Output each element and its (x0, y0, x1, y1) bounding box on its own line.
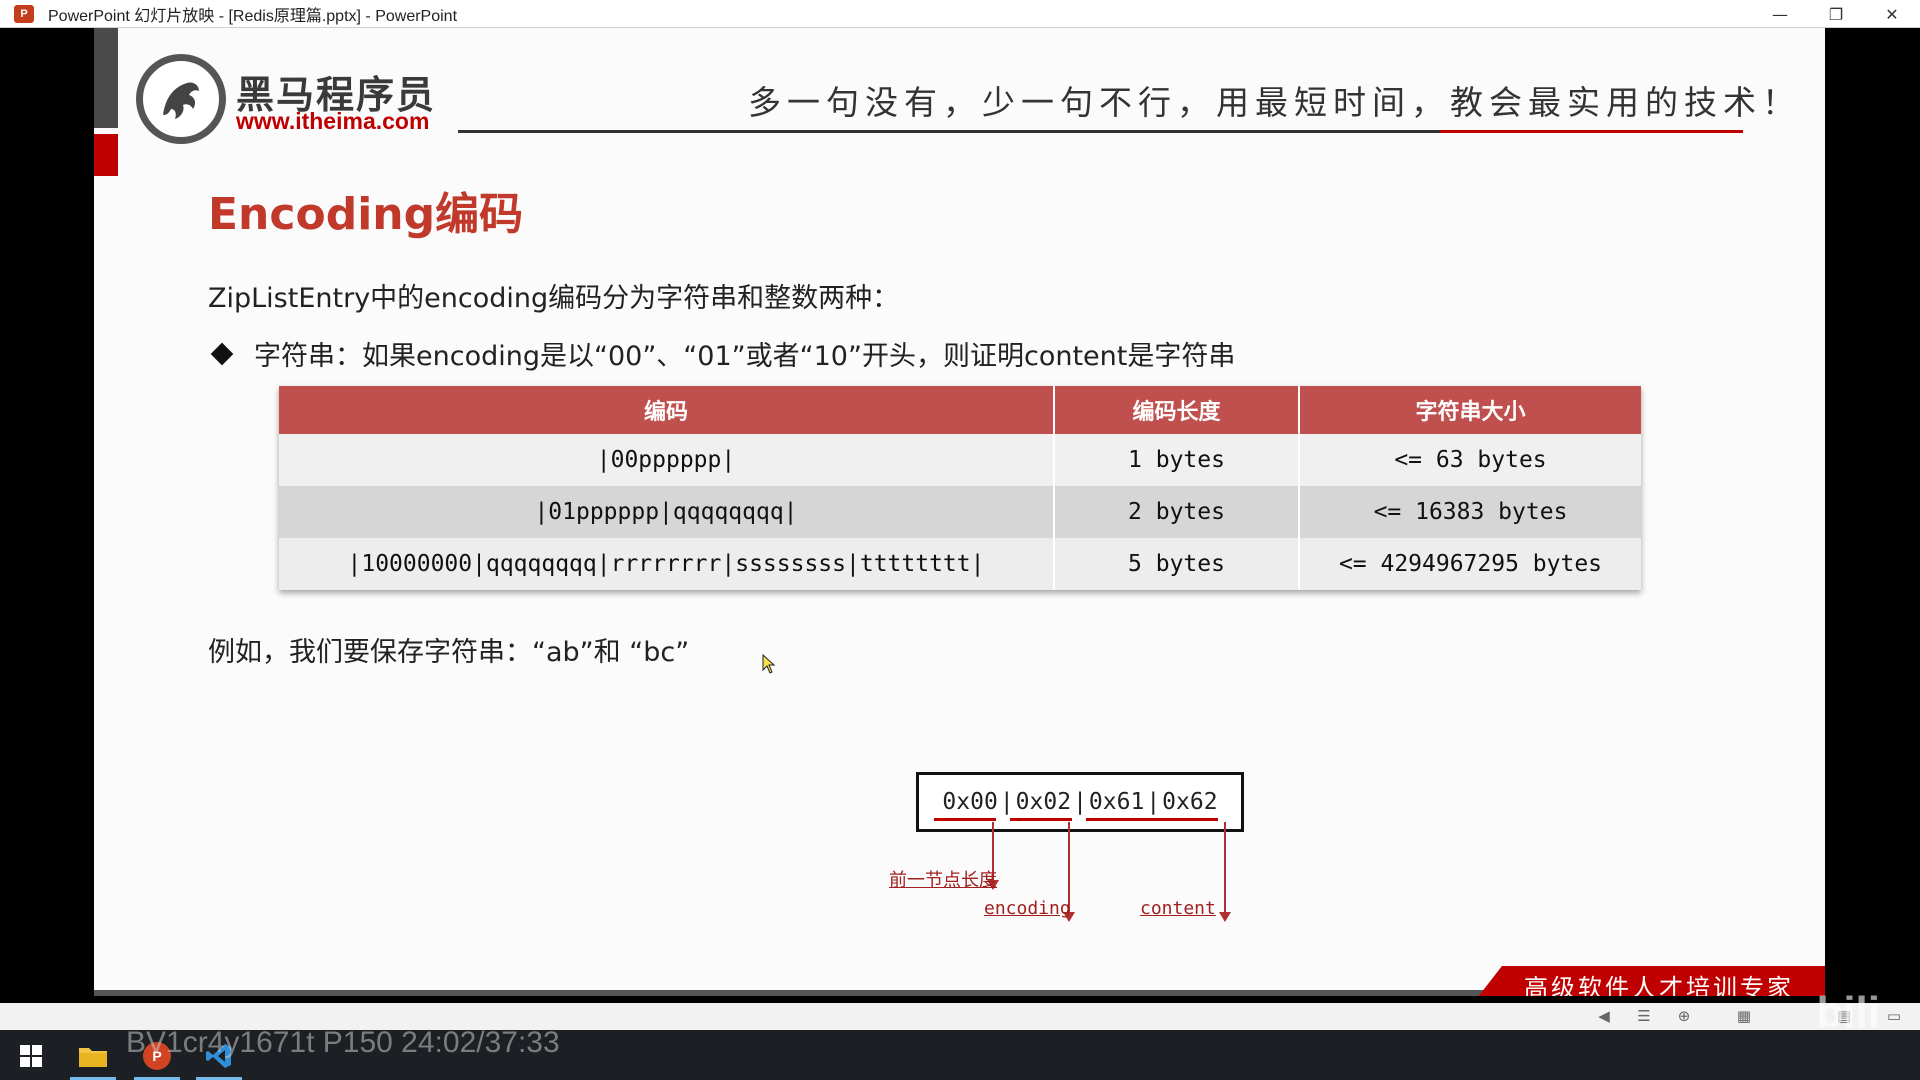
table-cell: |00pppppp| (279, 434, 1055, 486)
notes-icon[interactable]: ☰ (1634, 1007, 1654, 1025)
example-text: 例如，我们要保存字符串：“ab”和 “bc” (208, 637, 690, 668)
table-row: |01pppppp|qqqqqqqq| 2 bytes <= 16383 byt… (279, 486, 1641, 538)
table-row: |10000000|qqqqqqqq|rrrrrrrr|ssssssss|ttt… (279, 538, 1641, 590)
header-divider-accent (1440, 130, 1743, 133)
table-cell: <= 63 bytes (1299, 434, 1641, 486)
slide-title: Encoding编码 (208, 189, 524, 240)
logo-url: www.itheima.com (236, 108, 430, 134)
bilibili-logo: bili (1816, 988, 1880, 1037)
table-header: 字符串大小 (1299, 386, 1641, 434)
table-cell: 2 bytes (1054, 486, 1300, 538)
encoding-table: 编码 编码长度 字符串大小 |00pppppp| 1 bytes <= 63 b… (279, 386, 1641, 590)
byte-separator: | (1146, 789, 1161, 815)
start-button[interactable] (4, 1036, 58, 1076)
bullet-item: 字符串：如果encoding是以“00”、“01”或者“10”开头，则证明con… (208, 334, 1235, 373)
minimize-button[interactable]: — (1752, 0, 1808, 28)
annotation-content: content (1140, 898, 1216, 919)
annotation-prev-length: 前一节点长度 (889, 870, 997, 891)
byte-separator: | (1073, 789, 1087, 815)
byte-underline (1086, 818, 1218, 821)
folder-icon (79, 1048, 107, 1067)
byte-underline (1010, 818, 1072, 821)
left-accent-bar (94, 28, 118, 128)
table-header: 编码 (279, 386, 1055, 434)
table-cell: <= 16383 bytes (1299, 486, 1641, 538)
table-cell: <= 4294967295 bytes (1299, 538, 1641, 590)
table-cell: |10000000|qqqqqqqq|rrrrrrrr|ssssssss|ttt… (279, 538, 1055, 590)
slogan: 多一句没有，少一句不行，用最短时间，教会最实用的技术！ (748, 83, 1801, 122)
file-explorer-button[interactable] (66, 1036, 120, 1080)
byte-value: 0x00 (942, 789, 998, 815)
windows-icon (20, 1045, 42, 1067)
annotation-encoding: encoding (984, 898, 1071, 919)
byte-sequence-box: 0x00 | 0x02 | 0x61 | 0x62 (916, 772, 1244, 832)
table-cell: 5 bytes (1054, 538, 1300, 590)
window-titlebar: P PowerPoint 幻灯片放映 - [Redis原理篇.pptx] - P… (0, 0, 1920, 28)
byte-value: 0x02 (1015, 789, 1072, 815)
powerpoint-icon: P (14, 4, 34, 23)
bullet-text: 字符串：如果encoding是以“00”、“01”或者“10”开头，则证明con… (254, 341, 1236, 372)
arrow-line (1224, 822, 1226, 916)
grid-view-icon[interactable]: ▦ (1734, 1007, 1754, 1025)
presentation-view-icon[interactable]: ▭ (1884, 1007, 1904, 1025)
table-row: |00pppppp| 1 bytes <= 63 bytes (279, 434, 1641, 486)
slide: 黑马程序员 www.itheima.com 多一句没有，少一句不行，用最短时间，… (94, 28, 1825, 996)
previous-slide-icon[interactable]: ◀ (1594, 1007, 1614, 1025)
table-cell: 1 bytes (1054, 434, 1300, 486)
zoom-icon[interactable]: ⊕ (1674, 1007, 1694, 1025)
table-header: 编码长度 (1054, 386, 1300, 434)
mouse-cursor-icon (762, 654, 776, 674)
arrow-head-icon (1219, 912, 1231, 922)
footer-slogan: 高级软件人才培训专家 (1524, 974, 1794, 996)
byte-underline (934, 818, 996, 821)
close-button[interactable]: ✕ (1864, 0, 1920, 28)
window-title: PowerPoint 幻灯片放映 - [Redis原理篇.pptx] - Pow… (48, 7, 458, 25)
window-controls: — ❐ ✕ (1752, 0, 1920, 28)
restore-button[interactable]: ❐ (1808, 0, 1864, 28)
video-watermark: BV1cr4y1671t P150 24:02/37:33 (126, 1026, 560, 1059)
byte-value: 0x61 (1088, 789, 1145, 815)
horse-logo-icon (136, 54, 226, 144)
byte-separator: | (999, 789, 1014, 815)
diamond-bullet-icon (210, 342, 234, 365)
byte-value: 0x62 (1162, 789, 1218, 815)
table-cell: |01pppppp|qqqqqqqq| (279, 486, 1055, 538)
left-red-bar (94, 134, 118, 176)
intro-text: ZipListEntry中的encoding编码分为字符串和整数两种： (208, 283, 900, 314)
